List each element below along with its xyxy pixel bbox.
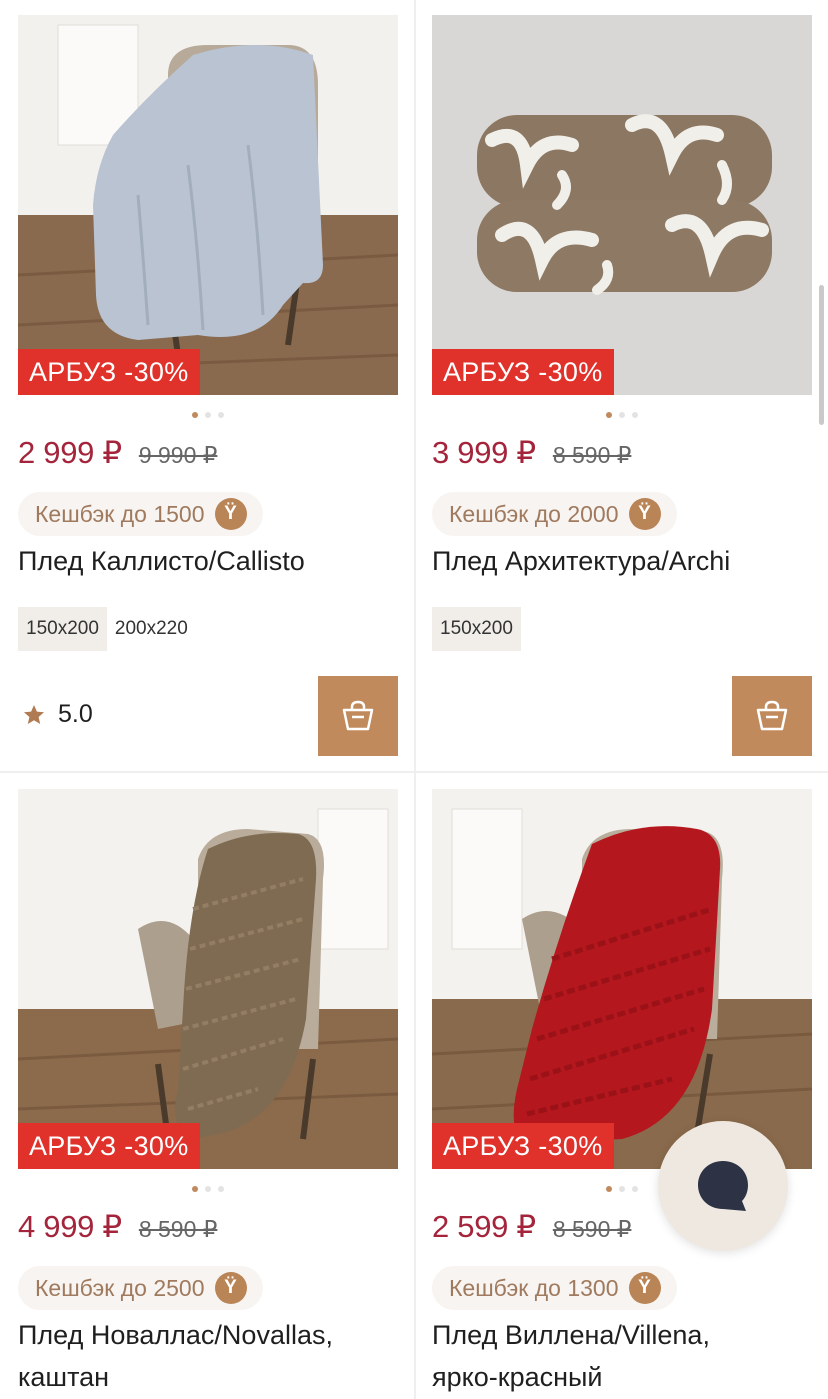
scrollbar[interactable] <box>819 285 824 425</box>
grid-divider <box>414 0 416 1399</box>
cashback-badge: Кешбэк до 2000 Ÿ <box>432 492 677 536</box>
cashback-text: Кешбэк до 2500 <box>35 1274 205 1301</box>
pagination-dot[interactable] <box>606 412 612 418</box>
cashback-text: Кешбэк до 1500 <box>35 500 205 527</box>
shopping-bag-icon <box>342 700 374 731</box>
rating-value: 5.0 <box>58 700 93 728</box>
product-card[interactable]: АРБУЗ -30% 2 599 ₽ 8 590 ₽ Кешбэк до 130… <box>432 789 812 1398</box>
pagination-dot[interactable] <box>218 412 224 418</box>
pagination-dot[interactable] <box>632 1186 638 1192</box>
price: 2 599 ₽ <box>432 1209 536 1244</box>
promo-badge: АРБУЗ -30% <box>432 349 614 395</box>
pagination-dot[interactable] <box>619 412 625 418</box>
promo-badge: АРБУЗ -30% <box>18 349 200 395</box>
grid-divider <box>0 771 828 773</box>
pagination-dot[interactable] <box>619 1186 625 1192</box>
size-option[interactable]: 200x220 <box>107 607 196 651</box>
rating: 5.0 <box>22 700 93 729</box>
product-title-line: ярко-красный <box>432 1362 603 1392</box>
product-card[interactable]: АРБУЗ -30% 4 999 ₽ 8 590 ₽ Кешбэк до 250… <box>18 789 398 1398</box>
size-options: 150x200 <box>432 607 812 651</box>
cashback-badge: Кешбэк до 1300 Ÿ <box>432 1266 677 1310</box>
old-price: 8 590 ₽ <box>552 442 632 468</box>
chat-bubble-icon <box>698 1161 748 1211</box>
star-icon <box>24 704 44 724</box>
add-to-cart-button[interactable] <box>318 676 398 756</box>
product-image[interactable]: АРБУЗ -30% <box>432 789 812 1169</box>
promo-badge: АРБУЗ -30% <box>432 1123 614 1169</box>
cashback-badge: Кешбэк до 1500 Ÿ <box>18 492 263 536</box>
card-footer <box>432 676 812 756</box>
product-image[interactable]: АРБУЗ -30% <box>432 15 812 395</box>
price: 3 999 ₽ <box>432 435 536 470</box>
product-card[interactable]: АРБУЗ -30% 3 999 ₽ 8 590 ₽ Кешбэк до 200… <box>432 15 812 756</box>
image-pagination <box>18 412 398 422</box>
product-image[interactable]: АРБУЗ -30% <box>18 789 398 1169</box>
product-title[interactable]: Плед Каллисто/Callisto <box>18 540 398 582</box>
cashback-badge: Кешбэк до 2500 Ÿ <box>18 1266 263 1310</box>
cashback-coin-icon: Ÿ <box>628 1272 661 1304</box>
pagination-dot[interactable] <box>192 1186 198 1192</box>
cashback-coin-icon: Ÿ <box>628 498 661 530</box>
cashback-coin-icon: Ÿ <box>214 498 247 530</box>
card-footer: 5.0 <box>18 676 398 756</box>
size-option[interactable]: 150x200 <box>18 607 107 651</box>
image-pagination <box>432 412 812 422</box>
product-title-line: Плед Новаллас/Novallas, <box>18 1320 333 1350</box>
product-title[interactable]: Плед Новаллас/Novallas, каштан <box>18 1314 398 1398</box>
price-row: 3 999 ₽ 8 590 ₽ <box>432 435 812 475</box>
price-row: 2 999 ₽ 9 990 ₽ <box>18 435 398 475</box>
cashback-text: Кешбэк до 2000 <box>449 500 619 527</box>
size-option[interactable]: 150x200 <box>432 607 521 651</box>
pagination-dot[interactable] <box>632 412 638 418</box>
promo-badge: АРБУЗ -30% <box>18 1123 200 1169</box>
product-title-line: Плед Виллена/Villena, <box>432 1320 710 1350</box>
price: 2 999 ₽ <box>18 435 122 470</box>
price: 4 999 ₽ <box>18 1209 122 1244</box>
old-price: 9 990 ₽ <box>138 442 218 468</box>
pagination-dot[interactable] <box>218 1186 224 1192</box>
pagination-dot[interactable] <box>192 412 198 418</box>
size-options: 150x200 200x220 <box>18 607 398 651</box>
pagination-dot[interactable] <box>205 412 211 418</box>
image-pagination <box>18 1186 398 1196</box>
product-image[interactable]: АРБУЗ -30% <box>18 15 398 395</box>
cashback-coin-icon: Ÿ <box>214 1272 247 1304</box>
product-card[interactable]: АРБУЗ -30% 2 999 ₽ 9 990 ₽ Кешбэк до 150… <box>18 15 398 756</box>
old-price: 8 590 ₽ <box>138 1216 218 1242</box>
price-row: 4 999 ₽ 8 590 ₽ <box>18 1209 398 1249</box>
shopping-bag-icon <box>756 700 788 731</box>
product-title[interactable]: Плед Виллена/Villena, ярко-красный <box>432 1314 812 1398</box>
product-title-line: каштан <box>18 1362 110 1392</box>
pagination-dot[interactable] <box>205 1186 211 1192</box>
chat-button[interactable] <box>658 1121 788 1251</box>
old-price: 8 590 ₽ <box>552 1216 632 1242</box>
product-title[interactable]: Плед Архитектура/Archi <box>432 540 812 582</box>
add-to-cart-button[interactable] <box>732 676 812 756</box>
pagination-dot[interactable] <box>606 1186 612 1192</box>
cashback-text: Кешбэк до 1300 <box>449 1274 619 1301</box>
